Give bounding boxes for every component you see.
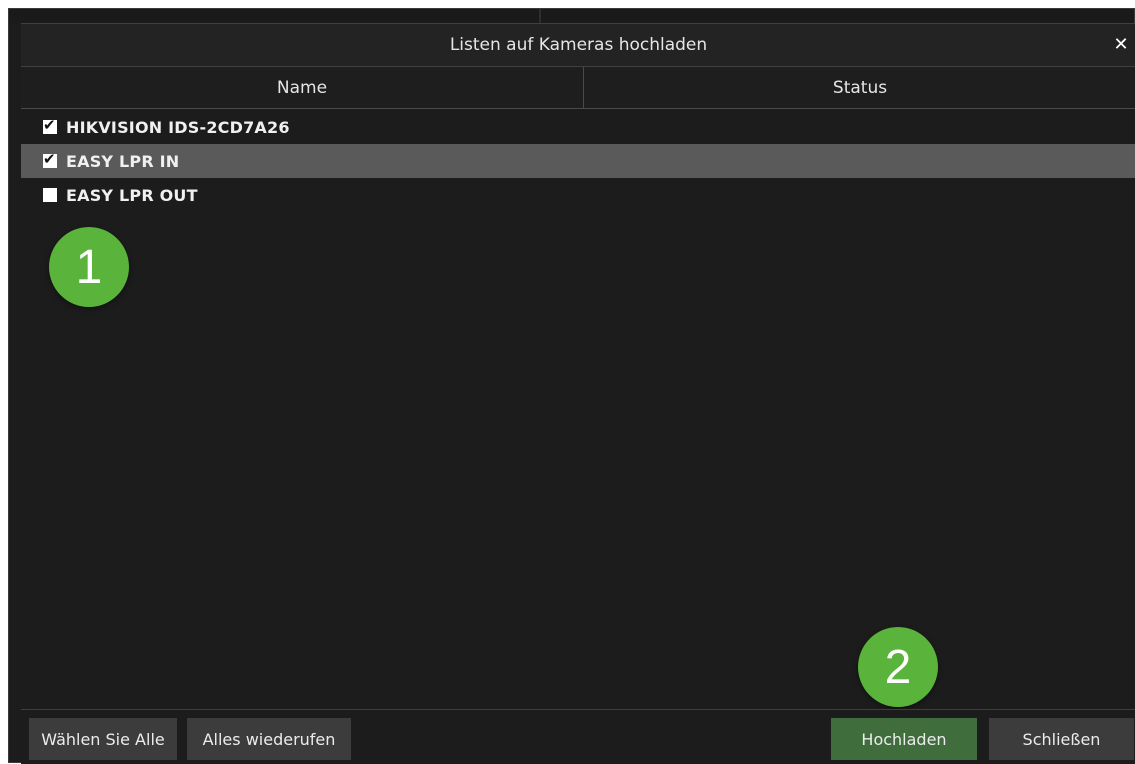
camera-name: EASY LPR OUT (66, 185, 198, 205)
dialog-titlebar: Listen auf Kameras hochladen ✕ (21, 23, 1135, 67)
camera-list: ✔ HIKVISION IDS-2CD7A26 ✔ EASY LPR IN EA… (21, 109, 1135, 709)
screenshot-frame: Listen auf Kameras hochladen ✕ Name Stat… (0, 0, 1135, 764)
camera-row-easy-lpr-in[interactable]: ✔ EASY LPR IN (21, 144, 1135, 178)
upload-button[interactable]: Hochladen (831, 718, 977, 760)
column-header-name[interactable]: Name (21, 67, 584, 108)
annotation-badge-1: 1 (49, 227, 129, 307)
annotation-badge-2: 2 (858, 627, 938, 707)
camera-checkbox[interactable] (43, 188, 57, 202)
close-button[interactable]: Schließen (989, 718, 1134, 760)
upload-lists-dialog: Listen auf Kameras hochladen ✕ Name Stat… (8, 8, 1135, 764)
camera-checkbox[interactable]: ✔ (43, 116, 57, 134)
table-header: Name Status (21, 67, 1135, 109)
divider (539, 9, 541, 23)
column-header-status[interactable]: Status (584, 67, 1135, 108)
camera-checkbox[interactable]: ✔ (43, 150, 57, 168)
select-all-button[interactable]: Wählen Sie Alle (29, 718, 177, 760)
revoke-all-button[interactable]: Alles wiederufen (187, 718, 351, 760)
dialog-footer: Wählen Sie Alle Alles wiederufen Hochlad… (21, 709, 1135, 764)
window-top-strip (9, 9, 1134, 23)
camera-name: EASY LPR IN (66, 151, 180, 171)
dialog-title: Listen auf Kameras hochladen (449, 35, 708, 55)
camera-row-hikvision[interactable]: ✔ HIKVISION IDS-2CD7A26 (21, 110, 1135, 144)
camera-name: HIKVISION IDS-2CD7A26 (66, 117, 290, 137)
camera-row-easy-lpr-out[interactable]: EASY LPR OUT (21, 178, 1135, 212)
close-icon[interactable]: ✕ (1110, 33, 1132, 55)
checkmark-icon: ✔ (43, 116, 56, 134)
checkmark-icon: ✔ (43, 150, 56, 168)
